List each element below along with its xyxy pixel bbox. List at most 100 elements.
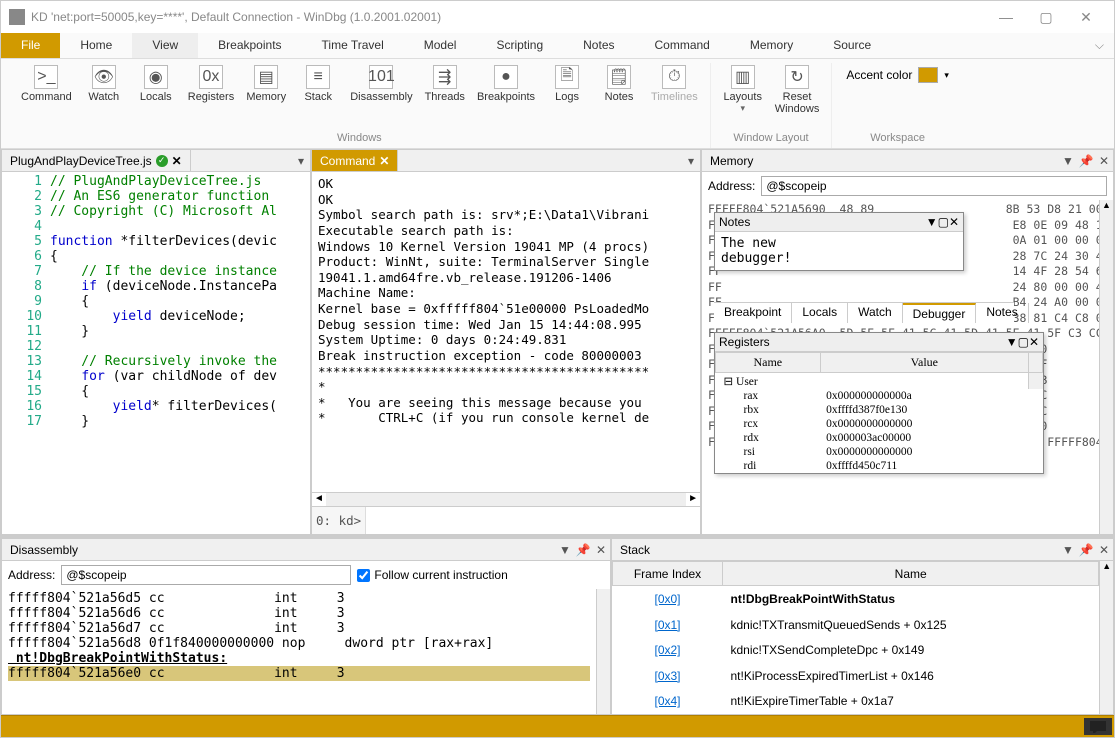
pane-close-icon[interactable]: ✕ — [1095, 543, 1113, 557]
code-line[interactable]: 5function *filterDevices(devic — [2, 234, 310, 249]
menu-timetravel[interactable]: Time Travel — [302, 33, 404, 58]
menu-notes[interactable]: Notes — [563, 33, 634, 58]
registers-window[interactable]: Registers ▼ ▢ ✕ NameValue ⊟ User rax0x00… — [714, 332, 1044, 474]
close-button[interactable]: ✕ — [1066, 9, 1106, 26]
code-line[interactable]: 17 } — [2, 414, 310, 429]
code-line[interactable]: 15 { — [2, 384, 310, 399]
tab-breakpoint[interactable]: Breakpoint — [714, 303, 792, 323]
register-row[interactable]: rsi0x0000000000000 — [716, 445, 1043, 459]
menu-model[interactable]: Model — [404, 33, 477, 58]
tab-locals[interactable]: Locals — [792, 303, 848, 323]
scroll-left-icon[interactable]: ◄ — [312, 493, 326, 506]
register-row[interactable]: rdx0x000003ac00000 — [716, 431, 1043, 445]
code-line[interactable]: 12 — [2, 339, 310, 354]
code-editor[interactable]: 1// PlugAndPlayDeviceTree.js2// An ES6 g… — [2, 172, 310, 534]
disassembly-view[interactable]: fffff804`521a56d5 cc int 3fffff804`521a5… — [2, 589, 596, 714]
command-tab[interactable]: Command ✕ — [312, 150, 398, 171]
disasm-line[interactable]: fffff804`521a56d5 cc int 3 — [8, 591, 590, 606]
col-name[interactable]: Name — [716, 353, 821, 373]
menu-scripting[interactable]: Scripting — [476, 33, 563, 58]
ribbon-logs[interactable]: 🗎Logs — [541, 63, 593, 105]
tab-notes[interactable]: Notes — [976, 303, 1028, 323]
stack-row[interactable]: [0x0]nt!DbgBreakPointWithStatus — [613, 586, 1099, 612]
pane-maximize-icon[interactable]: ▢ — [938, 215, 949, 229]
follow-instruction-checkbox[interactable]: Follow current instruction — [357, 568, 507, 582]
disasm-line[interactable]: nt!DbgBreakPointWithStatus: — [8, 651, 590, 666]
notes-body[interactable]: The new debugger! — [715, 232, 963, 270]
scroll-right-icon[interactable]: ► — [686, 493, 700, 506]
code-line[interactable]: 1// PlugAndPlayDeviceTree.js — [2, 174, 310, 189]
disasm-line[interactable]: fffff804`521a56d6 cc int 3 — [8, 606, 590, 621]
pane-maximize-icon[interactable]: ▢ — [1018, 335, 1029, 349]
ribbon-collapse-icon[interactable]: ⌵ — [1085, 33, 1114, 58]
pane-dropdown-icon[interactable]: ▼ — [1059, 154, 1077, 168]
pane-dropdown-icon[interactable]: ▼ — [926, 215, 938, 229]
ribbon-command[interactable]: >_Command — [15, 63, 78, 105]
disasm-line[interactable]: fffff804`521a56d7 cc int 3 — [8, 621, 590, 636]
editor-tab[interactable]: PlugAndPlayDeviceTree.js ✓ ✕ — [2, 150, 191, 171]
scrollbar[interactable]: ▲ — [1099, 561, 1113, 714]
col-frame-index[interactable]: Frame Index — [613, 562, 723, 586]
feedback-icon[interactable] — [1084, 718, 1112, 735]
stack-row[interactable]: [0x4]nt!KiExpireTimerTable + 0x1a7 — [613, 688, 1099, 714]
tab-debugger[interactable]: Debugger — [903, 303, 977, 323]
notes-window[interactable]: Notes ▼ ▢ ✕ The new debugger! — [714, 212, 964, 271]
pane-pin-icon[interactable]: 📌 — [574, 543, 592, 557]
col-name[interactable]: Name — [723, 562, 1099, 586]
scrollbar[interactable]: ▲ — [1099, 200, 1113, 534]
code-line[interactable]: 14 for (var childNode of dev — [2, 369, 310, 384]
register-row[interactable]: rbx0xffffd387f0e130 — [716, 403, 1043, 417]
ribbon-disassembly[interactable]: 101Disassembly — [344, 63, 418, 105]
menu-home[interactable]: Home — [60, 33, 132, 58]
command-output[interactable]: OK OK Symbol search path is: srv*;E:\Dat… — [312, 172, 700, 492]
disasm-address-input[interactable] — [61, 565, 351, 585]
code-line[interactable]: 7 // If the device instance — [2, 264, 310, 279]
menu-memory[interactable]: Memory — [730, 33, 813, 58]
col-value[interactable]: Value — [820, 353, 1028, 373]
tab-close-icon[interactable]: ✕ — [172, 154, 182, 168]
code-line[interactable]: 2// An ES6 generator function — [2, 189, 310, 204]
code-line[interactable]: 9 { — [2, 294, 310, 309]
pane-close-icon[interactable]: ✕ — [592, 543, 610, 557]
follow-checkbox[interactable] — [357, 569, 370, 582]
tab-close-icon[interactable]: ✕ — [379, 154, 389, 168]
pane-dropdown-icon[interactable]: ▼ — [1006, 335, 1018, 349]
stack-row[interactable]: [0x1]kdnic!TXTransmitQueuedSends + 0x125 — [613, 612, 1099, 638]
pane-pin-icon[interactable]: 📌 — [1077, 543, 1095, 557]
register-group[interactable]: ⊟ User — [716, 373, 1029, 390]
pane-menu-icon[interactable]: ▾ — [682, 154, 700, 168]
minimize-button[interactable]: — — [986, 9, 1026, 25]
stack-row[interactable]: [0x2]kdnic!TXSendCompleteDpc + 0x149 — [613, 637, 1099, 663]
ribbon-stack[interactable]: ≡Stack — [292, 63, 344, 105]
code-line[interactable]: 11 } — [2, 324, 310, 339]
menu-command[interactable]: Command — [635, 33, 730, 58]
pane-close-icon[interactable]: ✕ — [949, 215, 959, 229]
register-row[interactable]: rcx0x0000000000000 — [716, 417, 1043, 431]
disasm-line[interactable]: fffff804`521a56d8 0f1f840000000000 nop d… — [8, 636, 590, 651]
menu-breakpoints[interactable]: Breakpoints — [198, 33, 301, 58]
ribbon-registers[interactable]: 0xRegisters — [182, 63, 240, 105]
code-line[interactable]: 13 // Recursively invoke the — [2, 354, 310, 369]
ribbon-threads[interactable]: ⇶Threads — [419, 63, 471, 105]
pane-dropdown-icon[interactable]: ▼ — [1059, 543, 1077, 557]
code-line[interactable]: 6{ — [2, 249, 310, 264]
register-row[interactable]: rdi0xffffd450c711 — [716, 459, 1043, 473]
pane-close-icon[interactable]: ✕ — [1095, 154, 1113, 168]
stack-row[interactable]: [0x3]nt!KiProcessExpiredTimerList + 0x14… — [613, 663, 1099, 689]
ribbon-locals[interactable]: ◉Locals — [130, 63, 182, 105]
ribbon-memory[interactable]: ▤Memory — [240, 63, 292, 105]
code-line[interactable]: 3// Copyright (C) Microsoft Al — [2, 204, 310, 219]
pane-dropdown-icon[interactable]: ▼ — [556, 543, 574, 557]
pane-pin-icon[interactable]: 📌 — [1077, 154, 1095, 168]
accent-color-swatch[interactable] — [918, 67, 938, 83]
ribbon-notes[interactable]: 🗒Notes — [593, 63, 645, 105]
code-line[interactable]: 16 yield* filterDevices( — [2, 399, 310, 414]
ribbon-breakpoints[interactable]: ●Breakpoints — [471, 63, 541, 105]
disasm-line[interactable]: fffff804`521a56e0 cc int 3 — [8, 666, 590, 681]
ribbon-layouts[interactable]: ▥ Layouts ▾ — [717, 63, 769, 117]
tab-watch[interactable]: Watch — [848, 303, 903, 323]
menu-file[interactable]: File — [1, 33, 60, 58]
command-input[interactable] — [366, 507, 700, 534]
maximize-button[interactable]: ▢ — [1026, 9, 1066, 26]
scrollbar[interactable] — [596, 589, 610, 714]
